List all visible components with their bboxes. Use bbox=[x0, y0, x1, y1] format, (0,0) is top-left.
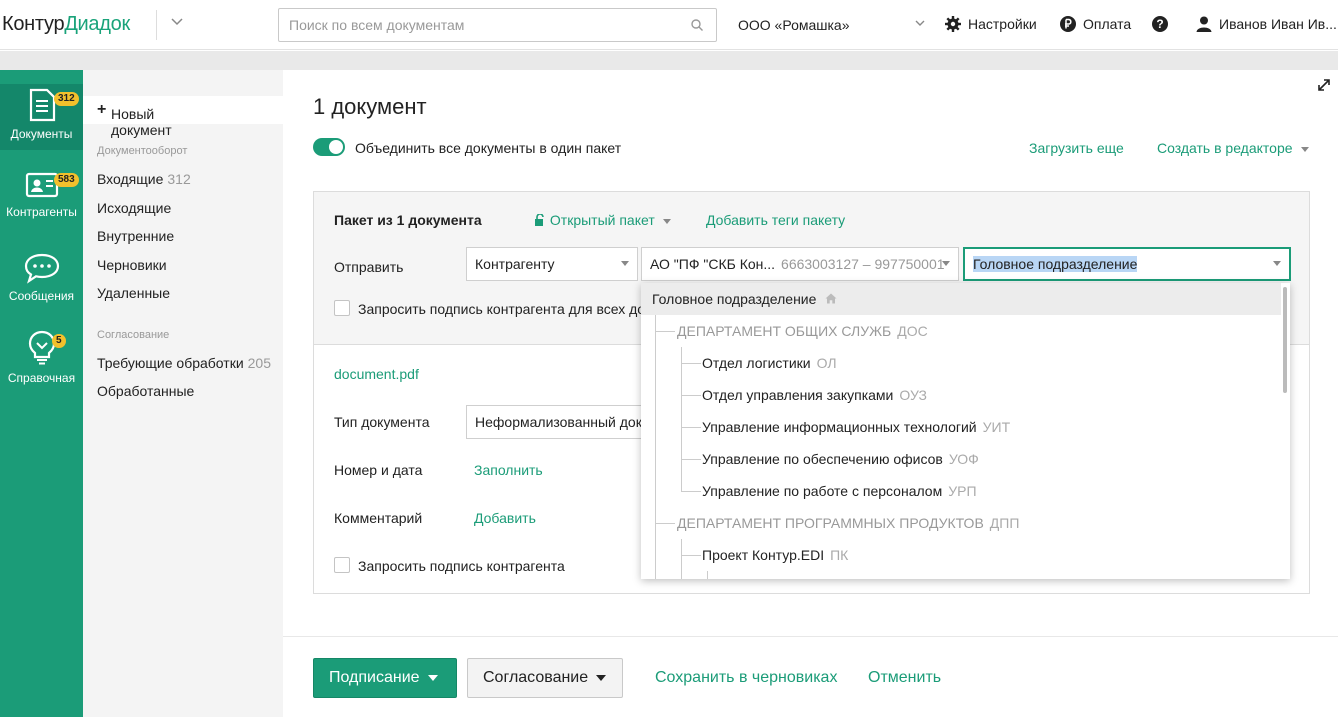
add-comment-link[interactable]: Добавить bbox=[474, 510, 536, 526]
nav-item-requiring[interactable]: Требующие обработки 205 bbox=[97, 355, 271, 371]
search-input[interactable] bbox=[279, 9, 679, 41]
document-icon bbox=[29, 88, 55, 122]
add-tags-link[interactable]: Добавить теги пакету bbox=[706, 212, 845, 228]
payment-link[interactable]: Оплата bbox=[1059, 15, 1131, 33]
svg-text:?: ? bbox=[1156, 17, 1163, 31]
nav-item-processed[interactable]: Обработанные bbox=[97, 383, 194, 399]
request-sign-all-checkbox[interactable] bbox=[334, 300, 350, 316]
contacts-icon bbox=[25, 172, 58, 198]
comment-label: Комментарий bbox=[334, 510, 423, 526]
org-selector[interactable]: ООО «Ромашка» bbox=[738, 17, 850, 33]
section-workflow: Документооборот bbox=[97, 145, 188, 157]
chevron-down-icon bbox=[1300, 146, 1309, 152]
dropdown-option[interactable]: Головное подразделение bbox=[641, 283, 1281, 315]
send-label: Отправить bbox=[334, 259, 404, 275]
rail-item-help[interactable]: Справочная 5 bbox=[0, 330, 83, 392]
department-dropdown: Головное подразделение ДЕПАРТАМЕНТ ОБЩИХ… bbox=[641, 283, 1290, 579]
number-date-label: Номер и дата bbox=[334, 462, 423, 478]
approve-button[interactable]: Согласование bbox=[467, 658, 623, 698]
fill-link[interactable]: Заполнить bbox=[474, 462, 543, 478]
dropdown-option[interactable]: ДЕПАРТАМЕНТ ОБЩИХ СЛУЖБ ДОС bbox=[641, 315, 1281, 347]
department-select[interactable]: Головное подразделение bbox=[963, 247, 1291, 281]
action-footer: Подписание Согласование Сохранить в черн… bbox=[283, 636, 1338, 717]
ruble-icon bbox=[1060, 16, 1076, 32]
chevron-down-icon[interactable] bbox=[168, 14, 186, 32]
dropdown-option[interactable]: ДЕПАРТАМЕНТ ПРОГРАММНЫХ ПРОДУКТОВ ДПП bbox=[641, 507, 1281, 539]
help-badge: 5 bbox=[52, 334, 66, 348]
messages-icon bbox=[24, 253, 59, 284]
logo[interactable]: КонтурДиадок bbox=[2, 13, 130, 36]
top-header: КонтурДиадок ООО «Ромашка» Настройки Опл… bbox=[0, 0, 1338, 50]
merge-toggle[interactable] bbox=[313, 138, 345, 156]
document-link[interactable]: document.pdf bbox=[334, 366, 419, 382]
lightbulb-icon bbox=[28, 330, 55, 365]
header-shadow-strip bbox=[0, 51, 1338, 70]
help-button[interactable]: ? bbox=[1151, 15, 1169, 33]
package-title: Пакет из 1 документа bbox=[334, 212, 482, 228]
chevron-down-icon[interactable] bbox=[914, 17, 926, 32]
search-box bbox=[278, 8, 717, 42]
save-draft-link[interactable]: Сохранить в черновиках bbox=[655, 669, 837, 687]
dropdown-option[interactable]: Управление по работе с персоналом УРП bbox=[641, 475, 1281, 507]
open-package-link[interactable]: Открытый пакет bbox=[534, 212, 671, 228]
dropdown-option[interactable]: Управление информационных технологий УИТ bbox=[641, 411, 1281, 443]
settings-link[interactable]: Настройки bbox=[944, 15, 1037, 33]
merge-toggle-label: Объединить все документы в один пакет bbox=[355, 140, 622, 156]
page-title: 1 документ bbox=[313, 94, 427, 119]
gear-icon bbox=[945, 16, 961, 32]
dropdown-option[interactable]: Управление по обеспечению офисов УОФ bbox=[641, 443, 1281, 475]
rail-item-contacts[interactable]: Контрагенты 583 bbox=[0, 166, 83, 228]
dropdown-option[interactable]: Отдел управления закупками ОУЗ bbox=[641, 379, 1281, 411]
cancel-link[interactable]: Отменить bbox=[868, 669, 941, 687]
nav-item-internal[interactable]: Внутренние bbox=[97, 228, 174, 244]
counterparty-select[interactable]: АО "ПФ "СКБ Кон... 6663003127 – 997750001 bbox=[641, 247, 959, 281]
doc-type-select[interactable]: Неформализованный доку bbox=[466, 405, 666, 439]
nav-column: + Новый документ Документооборот Входящие… bbox=[83, 70, 283, 717]
dropdown-scrollbar[interactable] bbox=[1283, 287, 1287, 393]
chevron-down-icon bbox=[942, 261, 950, 266]
section-approval: Согласование bbox=[97, 329, 170, 341]
dropdown-option[interactable]: Проект Контур.EDI ПК bbox=[641, 539, 1281, 571]
logo-divider bbox=[156, 10, 157, 40]
nav-item-deleted[interactable]: Удаленные bbox=[97, 285, 170, 301]
plus-icon: + bbox=[97, 101, 107, 118]
load-more-link[interactable]: Загрузить еще bbox=[1029, 140, 1124, 156]
rail-item-documents[interactable]: Документы 312 bbox=[0, 84, 83, 150]
doc-type-label: Тип документа bbox=[334, 414, 430, 430]
left-rail: Документы 312 Контрагенты 583 Сообщения … bbox=[0, 70, 83, 717]
help-icon: ? bbox=[1152, 16, 1168, 32]
request-sign-checkbox[interactable] bbox=[334, 557, 350, 573]
chevron-down-icon bbox=[621, 261, 629, 266]
request-sign-all-label: Запросить подпись контрагента для всех д… bbox=[358, 301, 646, 317]
nav-item-incoming[interactable]: Входящие 312 bbox=[97, 171, 191, 187]
chevron-down-icon bbox=[1273, 261, 1281, 266]
unlock-icon bbox=[535, 213, 544, 226]
create-in-editor-link[interactable]: Создать в редакторе bbox=[1157, 140, 1309, 156]
nav-item-outgoing[interactable]: Исходящие bbox=[97, 200, 171, 216]
home-icon bbox=[825, 293, 837, 304]
sign-button[interactable]: Подписание bbox=[313, 658, 457, 698]
expand-icon[interactable] bbox=[1318, 78, 1330, 94]
chevron-down-icon bbox=[427, 674, 438, 681]
search-icon[interactable] bbox=[690, 18, 704, 32]
user-menu[interactable]: Иванов Иван Ив... bbox=[1195, 15, 1337, 33]
documents-badge: 312 bbox=[54, 92, 79, 106]
chevron-down-icon bbox=[662, 218, 671, 224]
contacts-badge: 583 bbox=[54, 173, 79, 187]
rail-item-messages[interactable]: Сообщения bbox=[0, 250, 83, 312]
chevron-down-icon bbox=[596, 674, 607, 681]
new-document-button[interactable]: + Новый документ bbox=[83, 96, 283, 138]
request-sign-label: Запросить подпись контрагента bbox=[358, 558, 565, 574]
nav-item-drafts[interactable]: Черновики bbox=[97, 257, 167, 273]
main-content: 1 документ Объединить все документы в од… bbox=[283, 70, 1338, 717]
dropdown-option[interactable]: Отдел логистики ОЛ bbox=[641, 347, 1281, 379]
recipient-type-select[interactable]: Контрагенту bbox=[466, 247, 638, 281]
user-icon bbox=[1196, 16, 1212, 32]
